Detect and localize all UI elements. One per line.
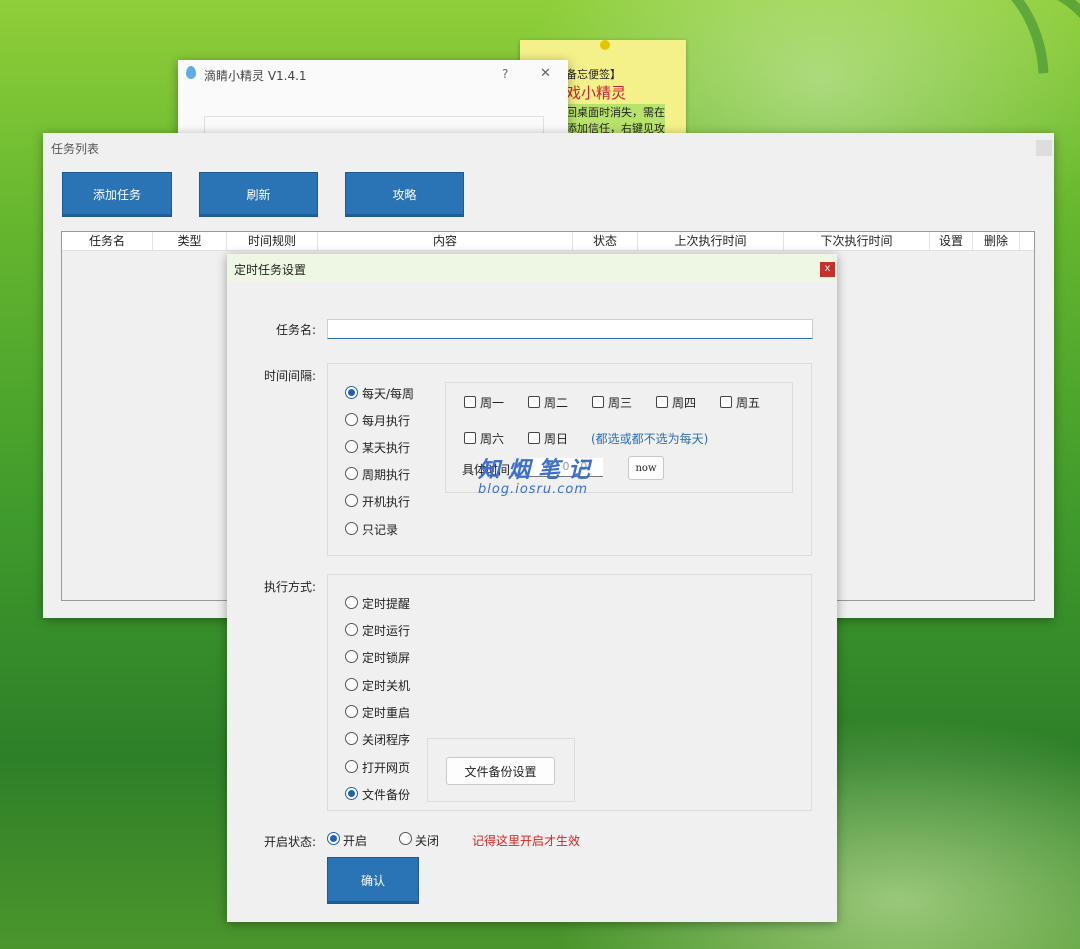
col-header[interactable]: 设置	[930, 232, 973, 250]
backup-settings-button[interactable]: 文件备份设置	[446, 757, 555, 785]
note-line2: 戏小精灵	[566, 84, 627, 102]
enable-label: 开启状态:	[264, 835, 317, 849]
task-name-label: 任务名:	[276, 323, 317, 337]
close-button[interactable]	[1036, 140, 1052, 156]
weekday-label: 周四	[672, 396, 697, 410]
col-header[interactable]: 状态	[573, 232, 638, 250]
exec-radio-open-web[interactable]	[345, 760, 358, 773]
exec-option-label: 定时提醒	[362, 597, 411, 611]
interval-option-label: 每月执行	[362, 414, 411, 428]
weekday-label: 周六	[480, 432, 505, 446]
refresh-button[interactable]: 刷新	[199, 172, 318, 217]
confirm-button[interactable]: 确认	[327, 857, 419, 904]
watermark-url: blog.iosru.com	[478, 482, 589, 497]
app-title: 滴睛小精灵 V1.4.1	[204, 69, 307, 83]
now-button[interactable]: now	[628, 456, 664, 480]
exec-option-label: 文件备份	[362, 788, 411, 802]
task-list-title: 任务列表	[51, 142, 100, 156]
pin-icon	[600, 40, 610, 50]
col-header[interactable]: 上次执行时间	[638, 232, 784, 250]
exec-option-label: 关闭程序	[362, 733, 411, 747]
help-button[interactable]: ?	[502, 67, 508, 81]
interval-radio-daily[interactable]	[345, 386, 358, 399]
exec-radio-backup[interactable]	[345, 787, 358, 800]
task-settings-dialog: 定时任务设置 x 任务名: 时间间隔: 每天/每周 每月执行 某天执行 周期执行…	[227, 254, 837, 922]
col-header[interactable]: 类型	[153, 232, 227, 250]
interval-radio-record[interactable]	[345, 522, 358, 535]
enable-off-radio[interactable]	[399, 832, 412, 845]
col-header[interactable]: 内容	[318, 232, 573, 250]
weekday-label: 周五	[736, 396, 761, 410]
exec-radio-remind[interactable]	[345, 596, 358, 609]
note-line1: 备忘便签】	[566, 68, 621, 81]
interval-option-label: 某天执行	[362, 441, 411, 455]
weekday-checkbox[interactable]	[528, 432, 540, 444]
interval-label: 时间间隔:	[264, 369, 317, 383]
exec-radio-shutdown[interactable]	[345, 678, 358, 691]
interval-radio-period[interactable]	[345, 467, 358, 480]
close-button[interactable]: ✕	[540, 66, 551, 81]
weekday-label: 周一	[480, 396, 505, 410]
interval-option-label: 每天/每周	[362, 387, 415, 401]
backup-group: 文件备份设置	[427, 738, 575, 802]
weekday-checkbox[interactable]	[528, 396, 540, 408]
interval-option-label: 周期执行	[362, 468, 411, 482]
enable-on-radio[interactable]	[327, 832, 340, 845]
interval-radio-someday[interactable]	[345, 440, 358, 453]
add-task-button[interactable]: 添加任务	[62, 172, 172, 217]
weekday-checkbox[interactable]	[656, 396, 668, 408]
exec-radio-restart[interactable]	[345, 705, 358, 718]
guide-button[interactable]: 攻略	[345, 172, 464, 217]
exec-label: 执行方式:	[264, 580, 317, 594]
interval-radio-monthly[interactable]	[345, 413, 358, 426]
note-line3: 回桌面时消失，需在	[566, 104, 665, 120]
exec-radio-run[interactable]	[345, 623, 358, 636]
col-header[interactable]: 任务名	[62, 232, 153, 250]
exec-option-label: 定时运行	[362, 624, 411, 638]
close-button[interactable]: x	[820, 262, 835, 277]
exec-option-label: 定时重启	[362, 706, 411, 720]
weekday-checkbox[interactable]	[464, 432, 476, 444]
exec-option-label: 定时锁屏	[362, 651, 411, 665]
weekday-label: 周日	[544, 432, 569, 446]
weekday-label: 周二	[544, 396, 569, 410]
weekday-checkbox[interactable]	[720, 396, 732, 408]
exec-option-label: 定时关机	[362, 679, 411, 693]
weekday-checkbox[interactable]	[464, 396, 476, 408]
watermark: 知烟笔记 blog.iosru.com	[478, 452, 598, 497]
dialog-title: 定时任务设置	[234, 263, 307, 277]
col-header[interactable]: 下次执行时间	[784, 232, 930, 250]
col-header[interactable]: 删除	[973, 232, 1020, 250]
exec-group: 定时提醒 定时运行 定时锁屏 定时关机 定时重启 关闭程序 打开网页 文件备份 …	[327, 574, 812, 811]
interval-radio-startup[interactable]	[345, 494, 358, 507]
enable-on-label: 开启	[343, 834, 368, 848]
exec-option-label: 打开网页	[362, 761, 411, 775]
weekday-hint: (都选或都不选为每天)	[591, 432, 709, 446]
task-name-input[interactable]	[327, 319, 813, 339]
weekday-checkbox[interactable]	[592, 396, 604, 408]
enable-hint: 记得这里开启才生效	[472, 834, 581, 848]
weekday-label: 周三	[608, 396, 633, 410]
exec-radio-lock[interactable]	[345, 650, 358, 663]
enable-off-label: 关闭	[415, 834, 440, 848]
watermark-title: 知烟笔记	[478, 458, 599, 483]
interval-option-label: 开机执行	[362, 495, 411, 509]
col-header[interactable]: 时间规则	[227, 232, 318, 250]
interval-option-label: 只记录	[362, 523, 399, 537]
dialog-titlebar: 定时任务设置 x	[227, 254, 837, 282]
water-drop-icon	[186, 66, 196, 79]
exec-radio-close-program[interactable]	[345, 732, 358, 745]
table-header: 任务名 类型 时间规则 内容 状态 上次执行时间 下次执行时间 设置 删除	[62, 232, 1034, 251]
